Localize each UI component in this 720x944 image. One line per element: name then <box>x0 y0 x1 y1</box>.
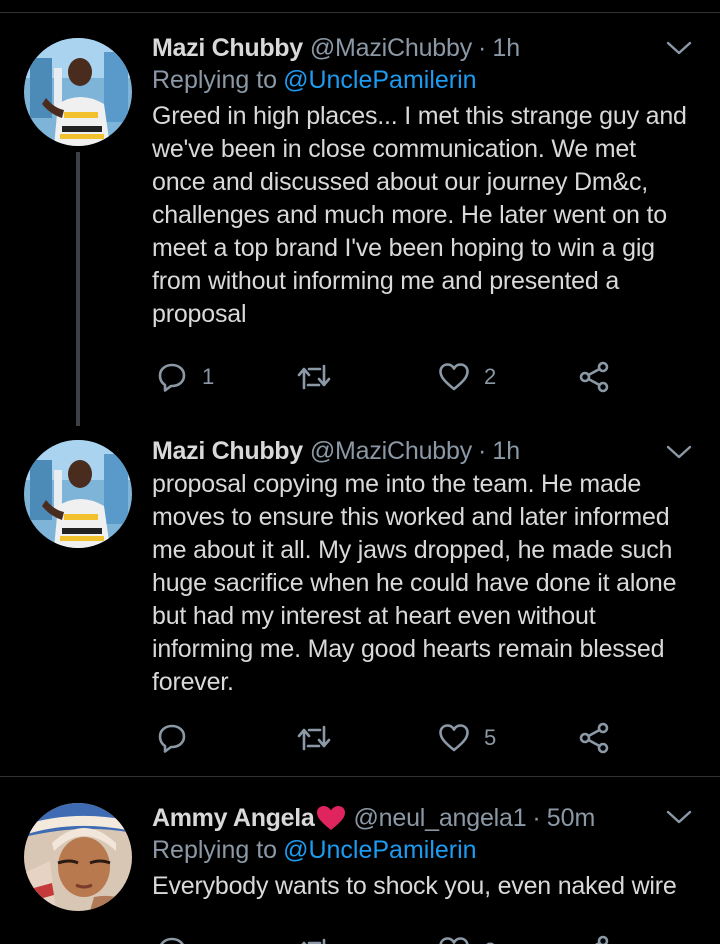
tweet-text: Everybody wants to shock you, even naked… <box>152 870 700 903</box>
like-count: 2 <box>484 364 497 389</box>
separator: · <box>532 804 541 832</box>
replying-to: Replying to @UnclePamilerin <box>152 834 700 867</box>
user-handle[interactable]: @MaziChubby <box>310 435 472 467</box>
tweet-text-line: once and discussed about our journey Dm&… <box>152 168 649 196</box>
tweet-text-line: proposal copying me into the team. He ma… <box>152 470 642 498</box>
user-handle[interactable]: @neul_angela1 <box>353 802 526 834</box>
tweet-text-line: but had my interest at heart even withou… <box>152 602 596 630</box>
avatar[interactable] <box>24 440 132 548</box>
share-button[interactable] <box>578 931 610 944</box>
avatar[interactable] <box>24 803 132 911</box>
display-name[interactable]: Ammy Angela <box>152 802 315 834</box>
share-icon <box>594 935 609 944</box>
chevron-down-icon[interactable] <box>666 40 692 56</box>
tweet-2[interactable]: Mazi Chubby @MaziChubby · 1h proposal co… <box>0 430 720 776</box>
separator: · <box>478 437 487 465</box>
retweet-button[interactable] <box>296 357 346 397</box>
timestamp[interactable]: 50m <box>547 802 596 834</box>
timestamp[interactable]: 1h <box>492 435 520 467</box>
tweet-text-line: meet a top brand I've been hoping to win… <box>152 234 655 262</box>
tweet-header: Ammy Angela @neul_angela1 · 50m <box>152 802 700 834</box>
display-name[interactable]: Mazi Chubby <box>152 435 303 467</box>
avatar[interactable] <box>24 38 132 146</box>
share-icon <box>579 722 609 754</box>
tweet-text-line: Everybody wants to shock you, even naked… <box>152 872 677 900</box>
reply-button[interactable] <box>156 718 202 758</box>
tweet-text-line: from without informing me and presented … <box>152 267 620 295</box>
like-button[interactable]: 5 <box>438 718 496 758</box>
tweet-3[interactable]: Ammy Angela @neul_angela1 · 50m Replying… <box>0 777 720 944</box>
reply-button[interactable]: 1 <box>156 357 214 397</box>
retweet-icon <box>297 725 331 751</box>
replying-to: Replying to @UnclePamilerin <box>152 64 700 97</box>
like-icon <box>439 363 469 391</box>
reply-count: 1 <box>202 364 215 389</box>
reply-mention-link[interactable]: @UnclePamilerin <box>283 66 477 94</box>
like-button[interactable]: 2 <box>438 931 496 944</box>
share-button[interactable] <box>578 718 610 758</box>
user-handle[interactable]: @MaziChubby <box>310 32 472 64</box>
retweet-button[interactable] <box>296 931 332 944</box>
like-button[interactable]: 2 <box>438 357 496 397</box>
reply-prefix: Replying to <box>152 66 278 94</box>
chevron-down-icon[interactable] <box>666 444 692 460</box>
like-icon <box>439 724 469 752</box>
share-button[interactable] <box>578 357 610 397</box>
like-icon <box>439 937 469 944</box>
reply-prefix: Replying to <box>152 836 278 864</box>
tweet-header: Mazi Chubby @MaziChubby · 1h <box>152 32 700 64</box>
reply-icon <box>158 724 186 753</box>
share-icon <box>579 361 609 393</box>
tweet-text: proposal copying me into the team. He ma… <box>152 468 700 699</box>
like-count: 5 <box>484 725 497 750</box>
reply-mention-link[interactable]: @UnclePamilerin <box>283 836 477 864</box>
tweet-1[interactable]: Mazi Chubby @MaziChubby · 1h Replying to… <box>0 0 720 430</box>
thread-connector <box>76 152 80 426</box>
red-heart-emoji <box>317 806 346 830</box>
timestamp[interactable]: 1h <box>492 32 520 64</box>
chevron-down-icon[interactable] <box>666 809 692 825</box>
tweet-text-line: proposal <box>152 300 247 328</box>
tweet-text: Greed in high places... I met this stran… <box>152 100 700 331</box>
separator: · <box>478 34 487 62</box>
tweet-text-line: Greed in high places... I met this stran… <box>152 102 687 130</box>
tweet-text-line: moves to ensure this worked and later in… <box>152 503 670 531</box>
reply-button[interactable] <box>156 931 188 944</box>
reply-icon <box>160 937 184 944</box>
tweet-text-line: challenges and much more. He later went … <box>152 201 667 229</box>
tweet-text-line: huge sacrifice when he could have done i… <box>152 569 677 597</box>
tweet-text-line: informing me. May good hearts remain ble… <box>152 635 665 663</box>
retweet-icon <box>297 364 331 390</box>
display-name[interactable]: Mazi Chubby <box>152 32 303 64</box>
retweet-icon <box>301 938 326 944</box>
retweet-button[interactable] <box>296 718 346 758</box>
tweet-text-line: me about it all. My jaws dropped, he mad… <box>152 536 673 564</box>
like-count: 2 <box>484 938 496 944</box>
tweet-text-line: we've been in close communication. We me… <box>152 135 636 163</box>
reply-icon <box>158 363 186 392</box>
tweet-header: Mazi Chubby @MaziChubby · 1h <box>152 435 700 467</box>
tweet-text-line: forever. <box>152 668 234 696</box>
